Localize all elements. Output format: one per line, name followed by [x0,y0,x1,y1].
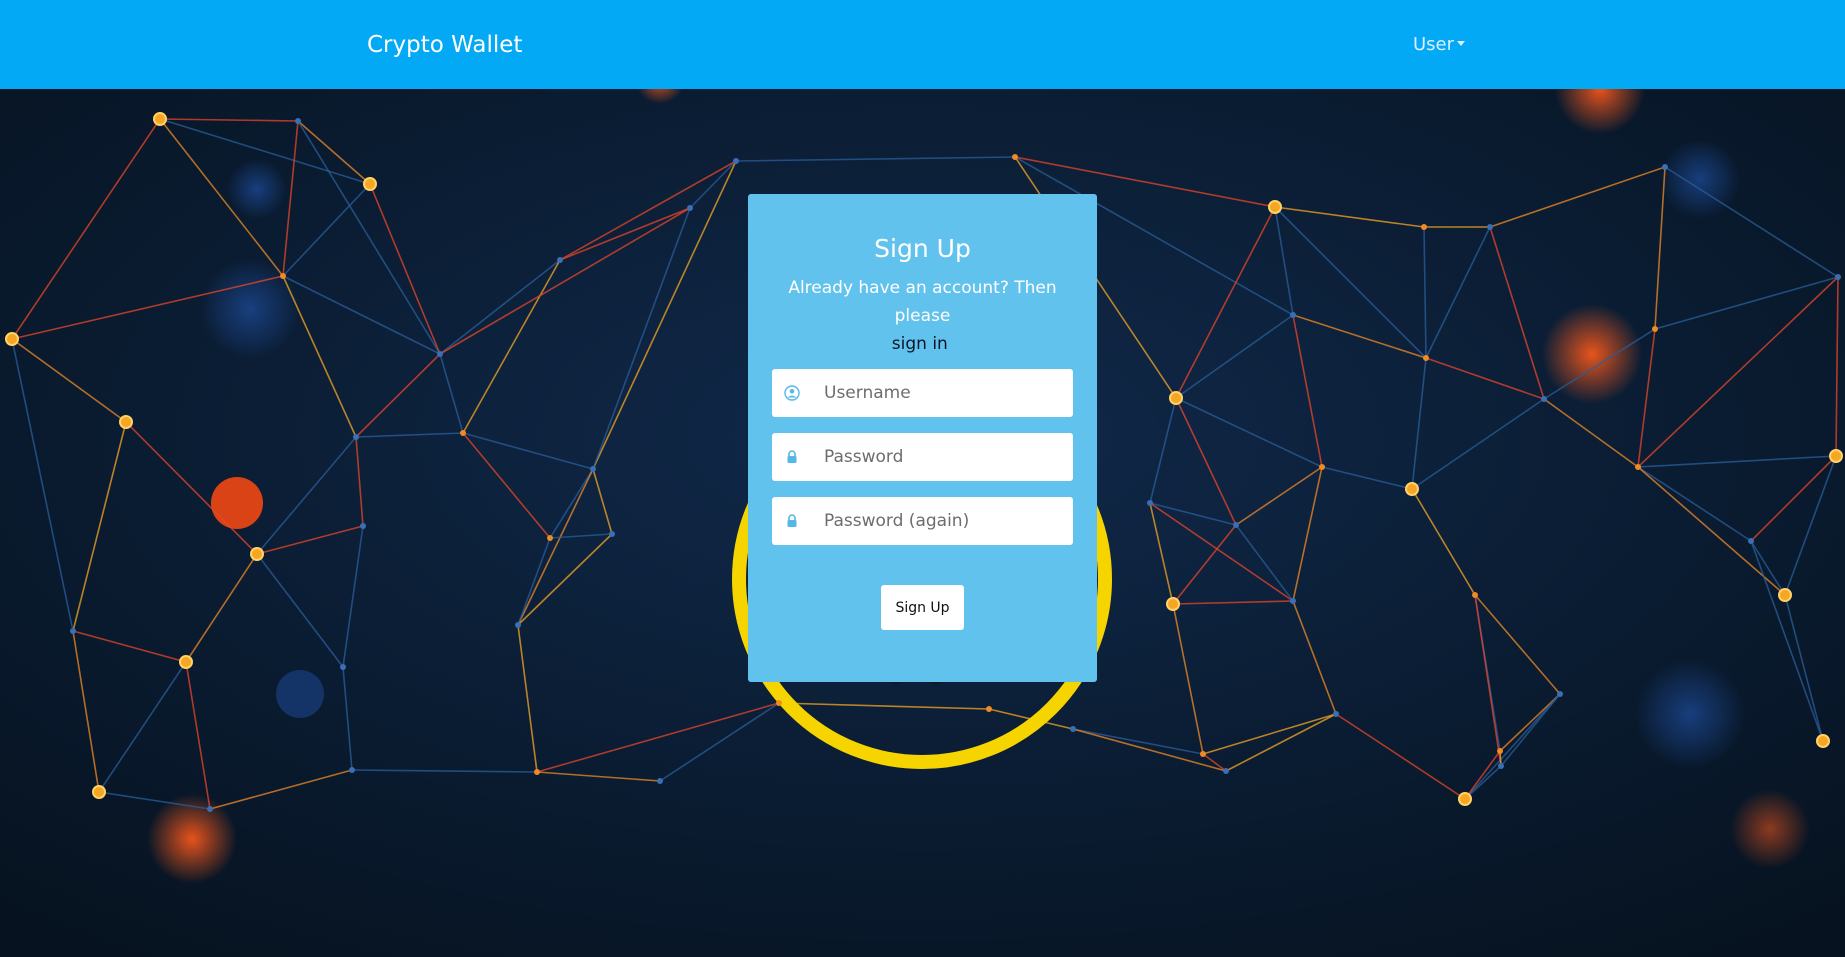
network-node [1652,326,1658,332]
signup-subtitle: Already have an account? Then please sig… [768,274,1077,358]
network-node [1405,482,1419,496]
network-node [1662,164,1668,170]
network-node [1835,274,1841,280]
network-node [153,112,167,126]
signup-title: Sign Up [874,234,971,263]
network-node [1498,763,1504,769]
network-node [1233,522,1239,528]
signup-button[interactable]: Sign Up [881,585,964,630]
network-node [1166,597,1180,611]
network-node [70,628,76,634]
brand-link[interactable]: Crypto Wallet [367,30,522,60]
network-node [349,767,355,773]
network-node [363,177,377,191]
network-node [1557,691,1563,697]
network-node [657,778,663,784]
password-field [772,433,1073,481]
network-node [1421,224,1427,230]
top-navbar: Crypto Wallet User [0,0,1845,89]
network-node [986,706,992,712]
network-node [1748,538,1754,544]
network-node [1423,355,1429,361]
network-node [1012,154,1018,160]
network-node [353,434,359,440]
network-node [295,118,301,124]
network-node [1487,224,1493,230]
username-input[interactable] [824,369,1064,417]
network-node [1290,312,1296,318]
network-node [119,415,133,429]
network-node [1070,726,1076,732]
network-node [1778,588,1792,602]
network-node [557,257,563,263]
lock-icon [787,514,797,527]
network-node [590,466,596,472]
network-node [5,332,19,346]
network-node [1169,391,1183,405]
password-again-input[interactable] [824,497,1064,545]
network-node [547,535,553,541]
network-node [1223,768,1229,774]
subtitle-period: . [947,334,954,354]
user-dropdown-label: User [1413,34,1455,55]
page: Crypto Wallet User Sign Up Already have … [0,0,1845,957]
network-node [360,523,366,529]
network-node [1147,500,1153,506]
lock-icon [787,450,797,463]
network-node [776,700,782,706]
network-node [280,273,286,279]
signup-card: Sign Up Already have an account? Then pl… [748,194,1097,682]
network-node [1333,711,1339,717]
network-node [250,547,264,561]
network-node [733,158,739,164]
network-node [1541,396,1547,402]
password-input[interactable] [824,433,1064,481]
signup-subtitle-text: Already have an account? Then please [788,278,1057,326]
network-node [437,351,443,357]
network-node [1200,751,1206,757]
network-node [1319,464,1325,470]
network-node [515,622,521,628]
network-node [1472,592,1478,598]
network-node [92,785,106,799]
network-node [207,806,213,812]
user-dropdown[interactable]: User [1413,33,1466,57]
password-again-field [772,497,1073,545]
network-node [1268,200,1282,214]
network-node [609,531,615,537]
caret-down-icon [1457,41,1466,46]
network-node [534,769,540,775]
network-node [460,430,466,436]
network-node [1829,449,1843,463]
network-node [1290,598,1296,604]
network-node [1816,734,1830,748]
network-node [1497,748,1503,754]
signin-link[interactable]: sign in [892,334,948,354]
network-node [340,664,346,670]
network-node [179,655,193,669]
network-node [1458,792,1472,806]
username-field [772,369,1073,417]
network-node [1635,464,1641,470]
network-node [687,205,693,211]
user-icon [784,385,800,401]
